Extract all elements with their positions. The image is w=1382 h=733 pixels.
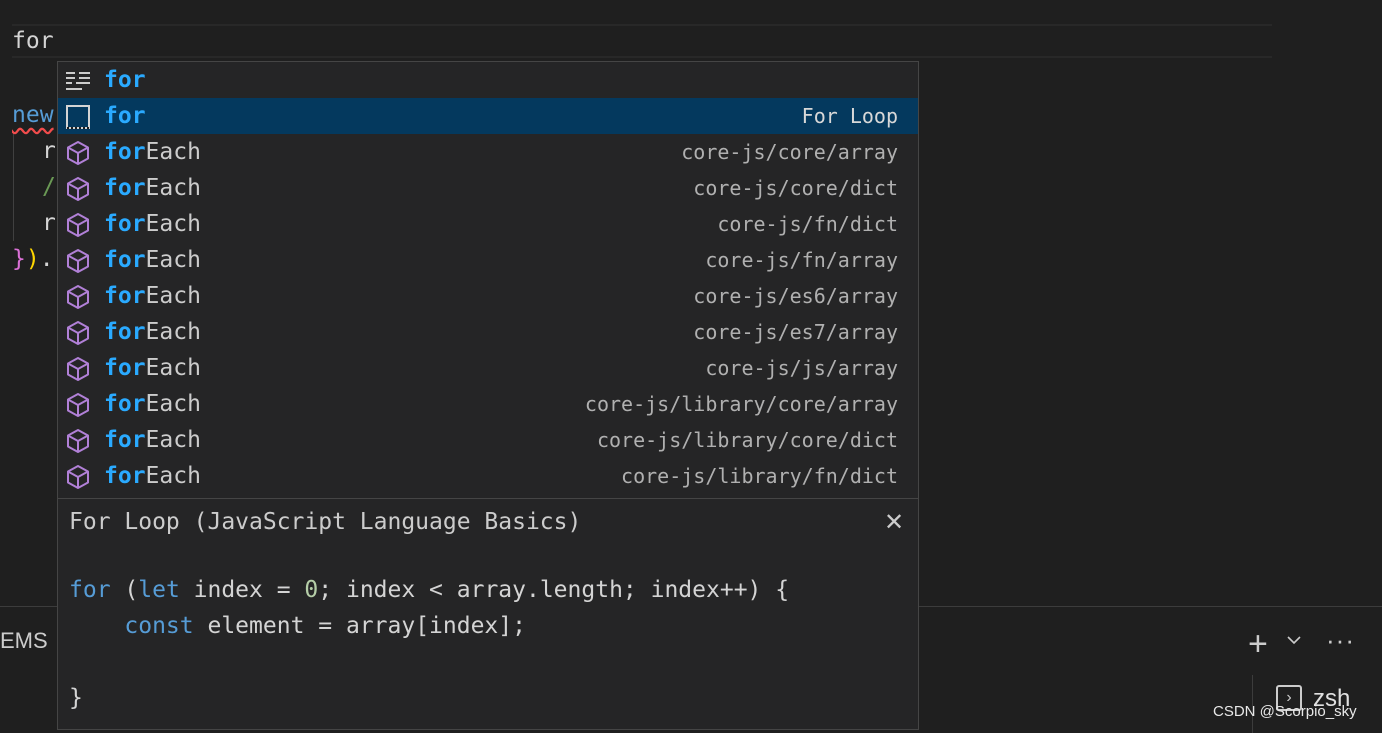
module-icon bbox=[64, 391, 92, 419]
suggestion-label: forEach bbox=[104, 391, 201, 417]
suggestion-item[interactable]: for bbox=[58, 62, 918, 98]
suggestion-item[interactable]: forEach core-js/js/array bbox=[58, 350, 918, 386]
module-icon bbox=[64, 211, 92, 239]
suggestion-item[interactable]: forEach core-js/fn/array bbox=[58, 242, 918, 278]
module-icon bbox=[64, 427, 92, 455]
code-line-2[interactable]: new bbox=[12, 97, 54, 133]
module-icon bbox=[64, 247, 92, 275]
suggestion-item[interactable]: forEach core-js/core/dict bbox=[58, 170, 918, 206]
suggestion-detail: core-js/fn/array bbox=[705, 248, 898, 272]
current-line-highlight bbox=[12, 24, 1272, 58]
suggestion-item[interactable]: forEach core-js/es6/array bbox=[58, 278, 918, 314]
close-icon[interactable]: ✕ bbox=[884, 511, 904, 535]
suggestion-item[interactable]: forEach core-js/library/fn/dict bbox=[58, 458, 918, 494]
code-line-6[interactable]: }). bbox=[12, 241, 54, 277]
suggestion-label: for bbox=[104, 103, 146, 129]
snippet-line-4: } bbox=[69, 685, 83, 711]
module-icon bbox=[64, 319, 92, 347]
new-terminal-icon[interactable]: + bbox=[1248, 627, 1268, 661]
indent-guide bbox=[13, 133, 14, 241]
suggestion-label: forEach bbox=[104, 355, 201, 381]
suggest-details: For Loop (JavaScript Language Basics) ✕ … bbox=[57, 498, 919, 730]
closing-paren: ) bbox=[25, 246, 40, 272]
details-title: For Loop (JavaScript Language Basics) bbox=[69, 509, 582, 535]
suggestion-item[interactable]: forEach core-js/es7/array bbox=[58, 314, 918, 350]
suggestion-label: for bbox=[104, 67, 146, 93]
module-icon bbox=[64, 463, 92, 491]
suggestion-detail: core-js/js/array bbox=[705, 356, 898, 380]
module-icon bbox=[64, 175, 92, 203]
suggestion-label: forEach bbox=[104, 175, 201, 201]
tab-problems[interactable]: EMS bbox=[0, 628, 48, 654]
snippet-line-1: for (let index = 0; index < array.length… bbox=[69, 577, 790, 603]
suggestion-detail: core-js/library/fn/dict bbox=[621, 464, 898, 488]
suggestion-detail: core-js/es6/array bbox=[693, 284, 898, 308]
keyword-icon bbox=[64, 67, 92, 95]
suggestion-item[interactable]: forEach core-js/fn/dict bbox=[58, 206, 918, 242]
suggestion-detail: core-js/fn/dict bbox=[717, 212, 898, 236]
suggestion-detail: core-js/library/core/dict bbox=[596, 428, 898, 452]
code-line-1[interactable]: for bbox=[12, 23, 54, 59]
suggestion-item[interactable]: forEach core-js/library/core/dict bbox=[58, 422, 918, 458]
dot: . bbox=[39, 246, 54, 272]
watermark: CSDN @Scorpio_sky bbox=[1213, 703, 1357, 720]
chevron-down-icon[interactable] bbox=[1286, 633, 1302, 651]
module-icon bbox=[64, 139, 92, 167]
suggestion-detail: core-js/library/core/array bbox=[584, 392, 898, 416]
suggestion-label: forEach bbox=[104, 211, 201, 237]
suggestion-label: forEach bbox=[104, 463, 201, 489]
module-icon bbox=[64, 355, 92, 383]
suggestion-label: forEach bbox=[104, 319, 201, 345]
suggest-widget: for for For Loop forEach core-js/core/array f… bbox=[57, 61, 919, 499]
module-icon bbox=[64, 283, 92, 311]
code-line-4[interactable]: / bbox=[42, 169, 56, 205]
suggestion-label: forEach bbox=[104, 283, 201, 309]
code-line-3[interactable]: r bbox=[42, 133, 56, 169]
code-line-5[interactable]: r bbox=[42, 205, 56, 241]
snippet-icon bbox=[64, 103, 92, 131]
snippet-line-2: const element = array[index]; bbox=[124, 613, 526, 639]
suggestion-item[interactable]: forEach core-js/core/array bbox=[58, 134, 918, 170]
more-actions-icon[interactable]: ··· bbox=[1326, 625, 1355, 656]
closing-brace: } bbox=[12, 246, 26, 272]
suggestion-detail: core-js/core/dict bbox=[693, 176, 898, 200]
suggestion-item[interactable]: forEach core-js/library/core/array bbox=[58, 386, 918, 422]
suggestion-detail: For Loop bbox=[801, 104, 898, 128]
suggestion-label: forEach bbox=[104, 247, 201, 273]
suggestion-item[interactable]: for For Loop bbox=[58, 98, 918, 134]
suggestion-detail: core-js/core/array bbox=[681, 140, 898, 164]
suggestion-label: forEach bbox=[104, 139, 201, 165]
suggestion-label: forEach bbox=[104, 427, 201, 453]
suggestion-detail: core-js/es7/array bbox=[693, 320, 898, 344]
